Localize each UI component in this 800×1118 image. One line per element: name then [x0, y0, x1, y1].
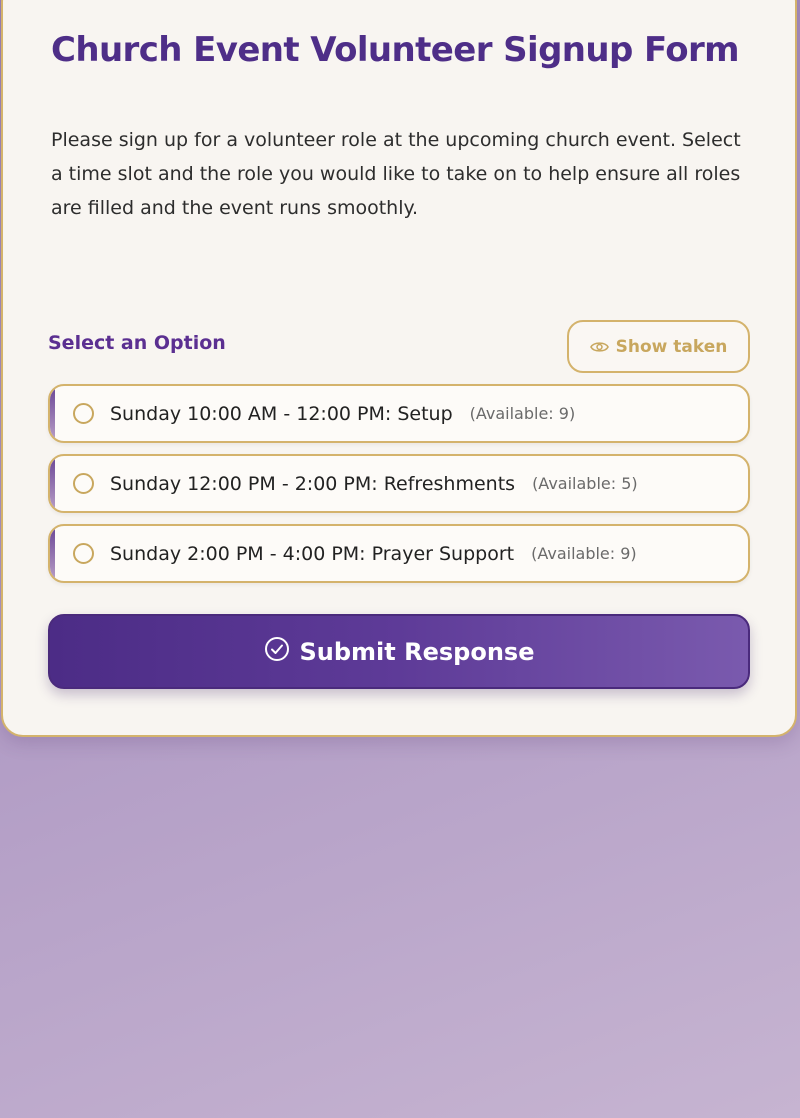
section-label: Select an Option — [48, 332, 226, 354]
check-circle-icon — [264, 636, 290, 668]
option-availability: (Available: 9) — [531, 544, 637, 563]
submit-button[interactable]: Submit Response — [48, 614, 750, 689]
submit-label: Submit Response — [299, 637, 535, 666]
option-setup[interactable]: Sunday 10:00 AM - 12:00 PM: Setup (Avail… — [48, 384, 750, 443]
option-label: Sunday 12:00 PM - 2:00 PM: Refreshments — [110, 472, 516, 495]
option-refreshments[interactable]: Sunday 12:00 PM - 2:00 PM: Refreshments … — [48, 454, 750, 513]
option-accent — [50, 456, 55, 511]
radio-button[interactable] — [73, 403, 94, 424]
option-availability: (Available: 5) — [532, 474, 638, 493]
option-prayer-support[interactable]: Sunday 2:00 PM - 4:00 PM: Prayer Support… — [48, 524, 750, 583]
option-accent — [50, 526, 55, 581]
option-availability: (Available: 9) — [469, 404, 576, 423]
page-title: Church Event Volunteer Signup Form — [51, 30, 740, 70]
option-label: Sunday 10:00 AM - 12:00 PM: Setup — [110, 402, 453, 425]
option-accent — [50, 386, 55, 441]
radio-button[interactable] — [73, 543, 94, 564]
show-taken-label: Show taken — [615, 336, 728, 357]
eye-icon — [589, 340, 609, 354]
show-taken-button[interactable]: Show taken — [567, 320, 750, 373]
option-list: Sunday 10:00 AM - 12:00 PM: Setup (Avail… — [48, 384, 750, 594]
form-description: Please sign up for a volunteer role at t… — [51, 129, 741, 219]
radio-button[interactable] — [73, 473, 94, 494]
option-label: Sunday 2:00 PM - 4:00 PM: Prayer Support — [110, 542, 515, 565]
